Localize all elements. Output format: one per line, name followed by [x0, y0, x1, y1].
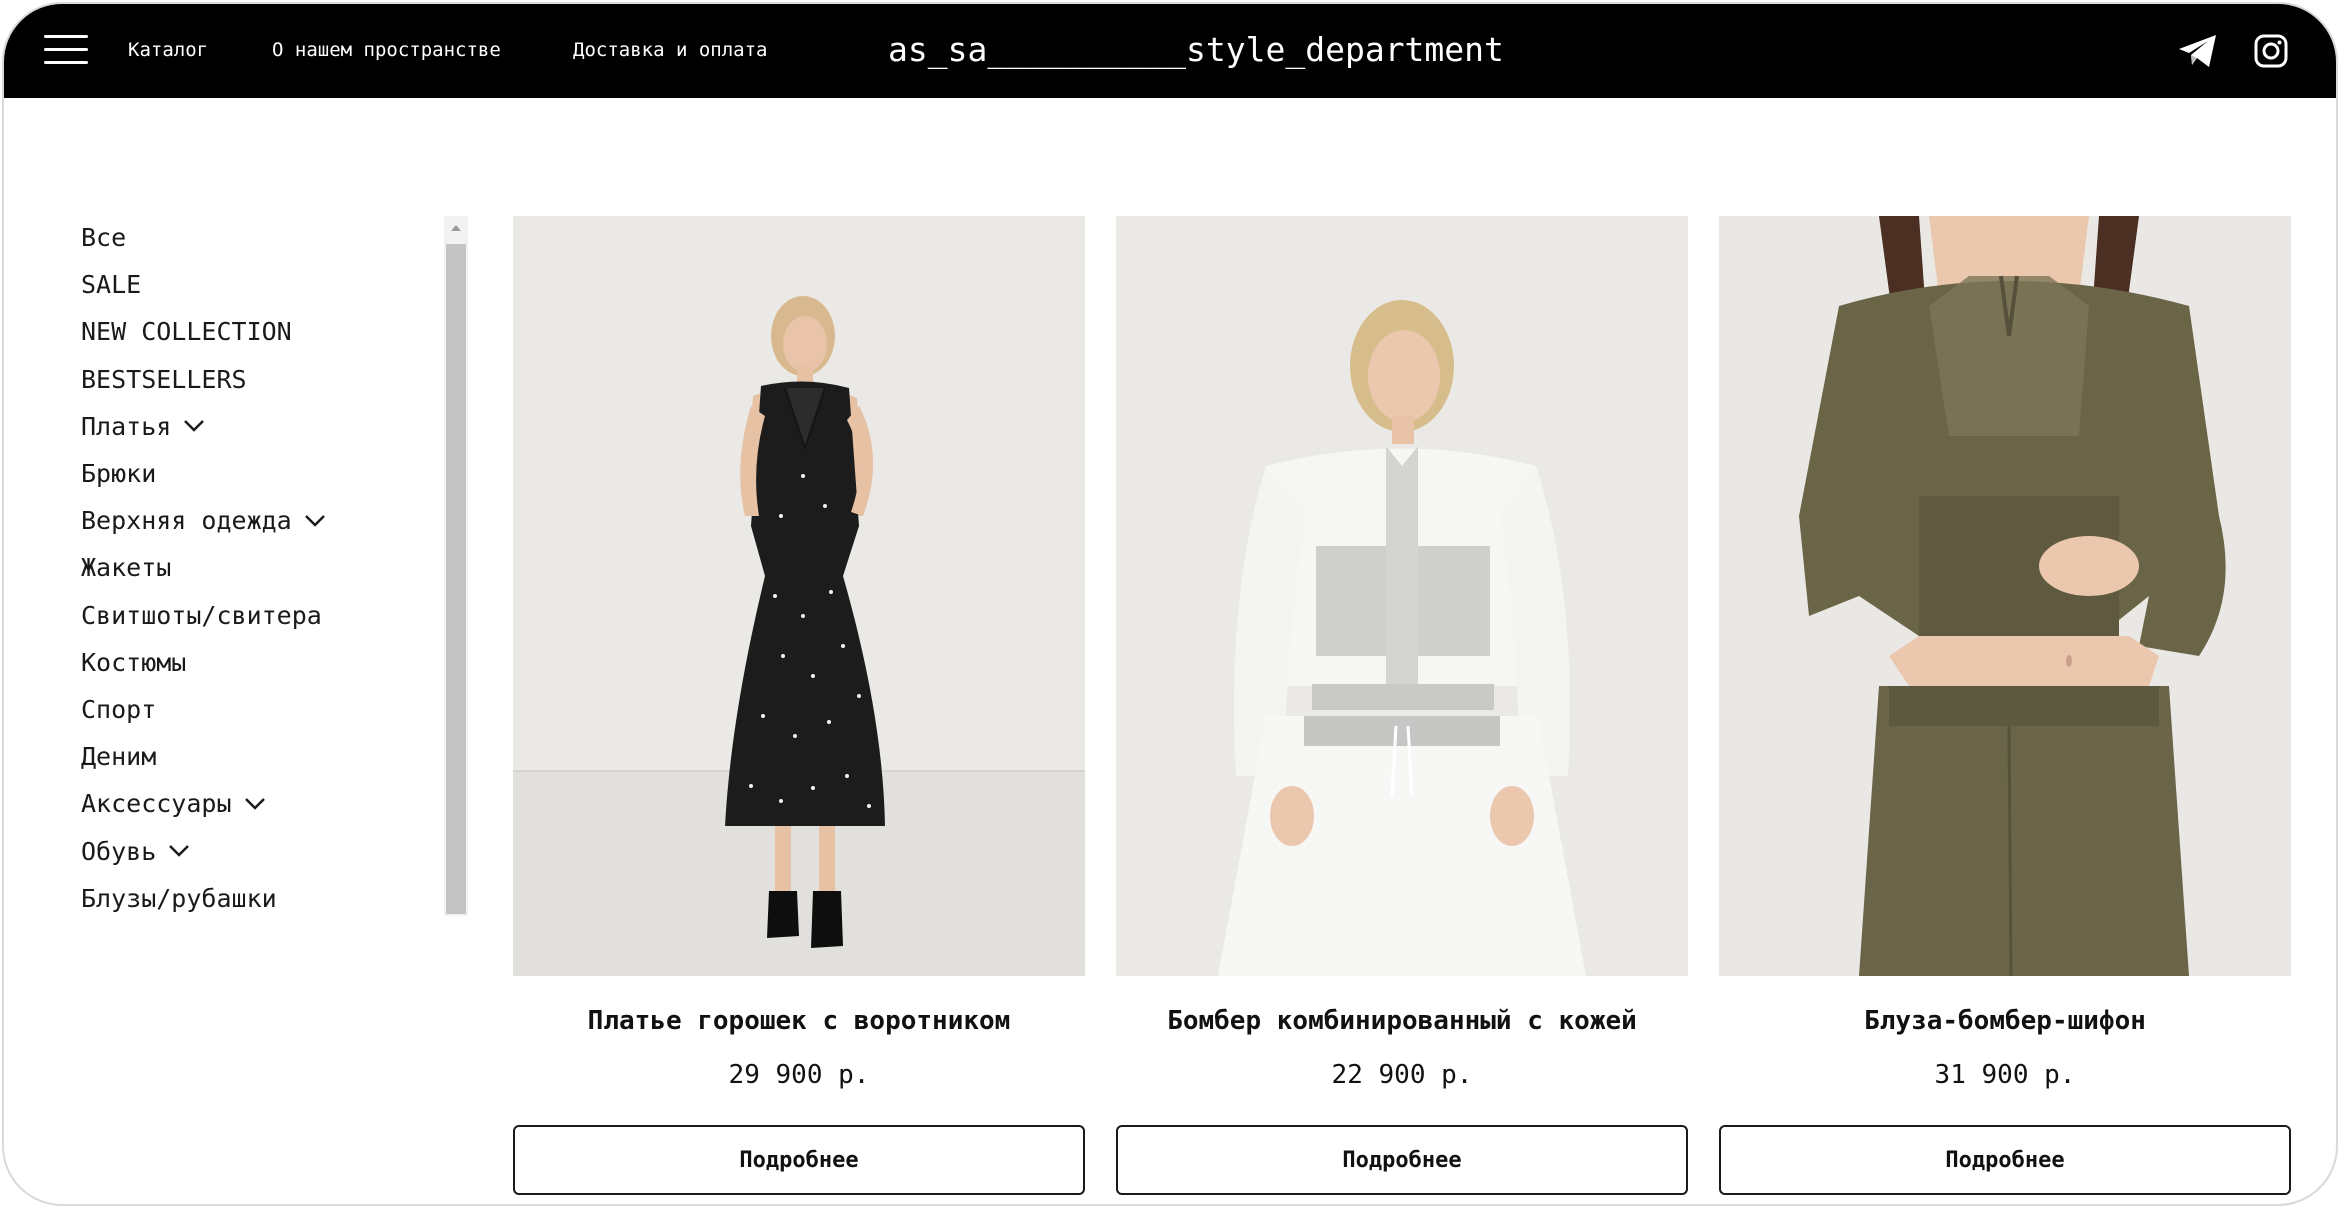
category-label: Блузы/рубашки	[81, 883, 277, 913]
category-shoes[interactable]: Обувь	[81, 827, 411, 874]
nav-link-catalog[interactable]: Каталог	[128, 39, 208, 61]
category-sale[interactable]: SALE	[81, 261, 411, 308]
category-sidebar: Все SALE NEW COLLECTION BESTSELLERS Плат…	[81, 214, 411, 922]
category-new-collection[interactable]: NEW COLLECTION	[81, 308, 411, 355]
product-image[interactable]	[1116, 216, 1688, 976]
chevron-down-icon[interactable]	[244, 797, 266, 811]
category-label: Брюки	[81, 459, 157, 489]
details-button[interactable]: Подробнее	[1719, 1125, 2291, 1195]
category-label: Все	[81, 223, 127, 253]
category-denim[interactable]: Деним	[81, 733, 411, 780]
chevron-down-icon[interactable]	[304, 514, 326, 528]
category-label: Жакеты	[81, 553, 172, 583]
dress-photo-illustration	[513, 216, 1085, 976]
details-button[interactable]: Подробнее	[1116, 1125, 1688, 1195]
hamburger-menu-icon[interactable]	[44, 35, 88, 65]
category-label: Спорт	[81, 694, 157, 724]
category-label: Костюмы	[81, 647, 187, 677]
category-label: BESTSELLERS	[81, 364, 247, 394]
product-title[interactable]: Блуза-бомбер-шифон	[1719, 1006, 2291, 1036]
product-price: 31 900 р.	[1934, 1060, 2076, 1090]
scrollbar-thumb[interactable]	[446, 244, 466, 914]
chevron-down-icon[interactable]	[183, 419, 205, 433]
category-label: Свитшоты/свитера	[81, 600, 322, 630]
site-header: Каталог О нашем пространстве Доставка и …	[4, 4, 2336, 98]
category-sweatshirts[interactable]: Свитшоты/свитера	[81, 592, 411, 639]
product-image[interactable]	[513, 216, 1085, 976]
category-label: Верхняя одежда	[81, 506, 292, 536]
category-suits[interactable]: Костюмы	[81, 639, 411, 686]
category-label: NEW COLLECTION	[81, 317, 292, 347]
product-title[interactable]: Платье горошек с воротником	[513, 1006, 1085, 1036]
category-blouses[interactable]: Блузы/рубашки	[81, 875, 411, 922]
nav-link-delivery[interactable]: Доставка и оплата	[573, 39, 767, 61]
bomber-photo-illustration	[1116, 216, 1688, 976]
scroll-up-arrow-icon[interactable]	[444, 216, 468, 240]
category-label: Деним	[81, 742, 157, 772]
details-button[interactable]: Подробнее	[513, 1125, 1085, 1195]
category-label: SALE	[81, 270, 142, 300]
sidebar-scrollbar[interactable]	[444, 216, 468, 916]
category-all[interactable]: Все	[81, 214, 411, 261]
nav-link-about[interactable]: О нашем пространстве	[272, 39, 501, 61]
product-card: Блуза-бомбер-шифон 31 900 р. Подробнее	[1719, 216, 2291, 1195]
telegram-icon[interactable]	[2178, 34, 2218, 68]
product-card: Платье горошек с воротником 29 900 р. По…	[513, 216, 1085, 1195]
category-accessories[interactable]: Аксессуары	[81, 780, 411, 827]
product-price: 29 900 р.	[728, 1060, 870, 1090]
category-outerwear[interactable]: Верхняя одежда	[81, 497, 411, 544]
blouse-photo-illustration	[1719, 216, 2291, 976]
category-label: Обувь	[81, 836, 157, 866]
category-bestsellers[interactable]: BESTSELLERS	[81, 356, 411, 403]
product-price: 22 900 р.	[1331, 1060, 1473, 1090]
category-jackets[interactable]: Жакеты	[81, 544, 411, 591]
product-title[interactable]: Бомбер комбинированный с кожей	[1116, 1006, 1688, 1036]
category-dresses[interactable]: Платья	[81, 403, 411, 450]
category-label: Платья	[81, 411, 172, 441]
brand-logo-text[interactable]: as_sa__________style_department	[888, 30, 1504, 69]
product-image[interactable]	[1719, 216, 2291, 976]
product-card: Бомбер комбинированный с кожей 22 900 р.…	[1116, 216, 1688, 1195]
instagram-icon[interactable]	[2254, 34, 2288, 68]
chevron-down-icon[interactable]	[168, 844, 190, 858]
category-trousers[interactable]: Брюки	[81, 450, 411, 497]
browser-frame: Каталог О нашем пространстве Доставка и …	[2, 2, 2338, 1206]
category-sport[interactable]: Спорт	[81, 686, 411, 733]
category-label: Аксессуары	[81, 789, 232, 819]
